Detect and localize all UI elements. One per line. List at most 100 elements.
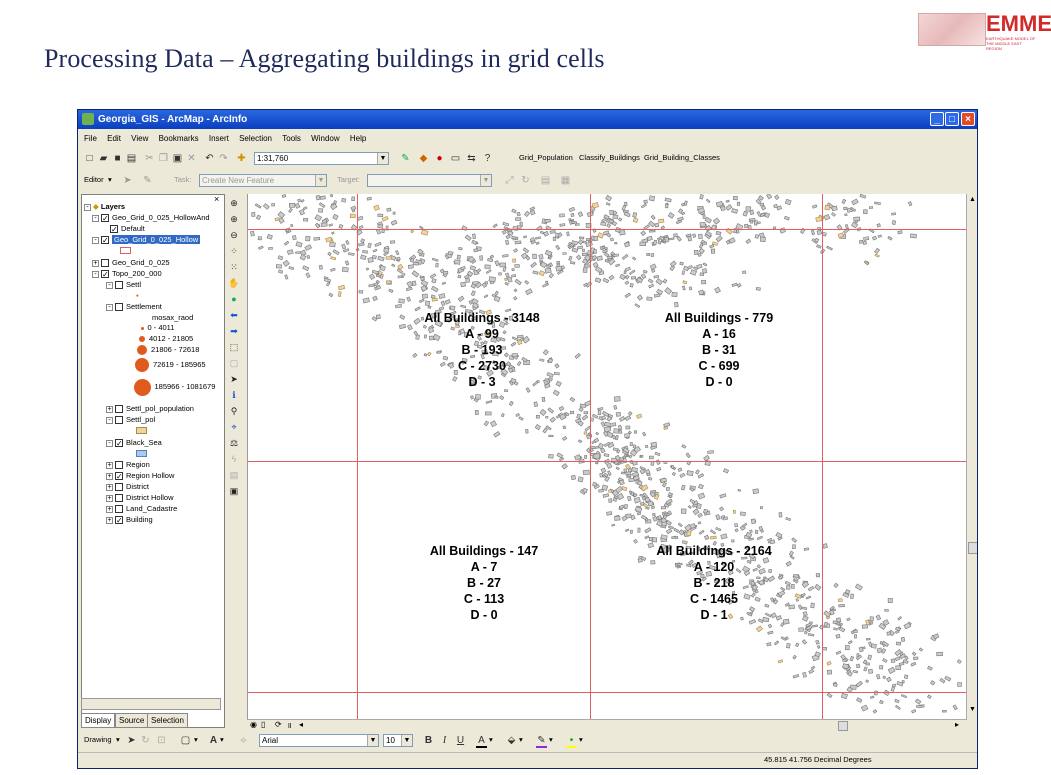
layer-checkbox[interactable]: ✓ (101, 270, 109, 279)
rotate-tool-icon[interactable]: ↻ (520, 175, 531, 186)
chevron-down-icon[interactable]: ▾ (519, 735, 523, 744)
delete-icon[interactable]: ✕ (186, 153, 197, 164)
expand-icon[interactable]: + (106, 516, 113, 524)
scroll-right-icon[interactable]: ▸ (955, 720, 959, 729)
scroll-thumb[interactable] (838, 721, 848, 731)
toc-layer[interactable]: + ✓ Region Hollow (106, 470, 174, 481)
layout-view-icon[interactable]: ▯ (261, 720, 265, 729)
layer-checkbox[interactable] (115, 494, 123, 503)
fixed-zoom-out-icon[interactable]: ⁙ (228, 261, 240, 273)
layer-checkbox[interactable] (115, 505, 123, 514)
collapse-icon[interactable]: - (106, 416, 113, 424)
split-tool-icon[interactable]: ⤢ (504, 175, 515, 186)
expand-icon[interactable]: + (106, 472, 113, 480)
layer-checkbox[interactable]: ✓ (101, 214, 109, 223)
layer-checkbox[interactable]: ✓ (101, 236, 109, 245)
layer-checkbox[interactable]: ✓ (115, 439, 123, 448)
font-combo[interactable]: Arial ▼ (259, 734, 379, 747)
toc-layer[interactable]: - ✓ Geo_Grid_0_025_HollowAnd (92, 212, 210, 223)
collapse-icon[interactable]: - (92, 270, 99, 278)
layer-checkbox[interactable] (101, 259, 109, 268)
new-text-icon[interactable]: A (208, 735, 219, 746)
rectangle-icon[interactable]: ▢ (180, 735, 191, 746)
print-icon[interactable]: ▤ (126, 153, 137, 164)
attributes-icon[interactable]: ▤ (540, 175, 551, 186)
select-elements-icon[interactable]: ➤ (126, 735, 137, 746)
go-to-xy-icon[interactable]: ⌖ (228, 421, 240, 433)
select-elements-icon[interactable]: ➤ (228, 373, 240, 385)
menu-selection[interactable]: Selection (239, 134, 272, 143)
save-icon[interactable]: ■ (112, 153, 123, 164)
collapse-icon[interactable]: - (106, 281, 113, 289)
whats-this-icon[interactable]: ? (482, 153, 493, 164)
chevron-down-icon[interactable]: ▾ (549, 735, 553, 744)
chevron-down-icon[interactable]: ▼ (377, 153, 388, 164)
maximize-button[interactable]: □ (945, 112, 959, 126)
chevron-down-icon[interactable]: ▼ (315, 175, 326, 186)
layer-checkbox[interactable]: ✓ (115, 516, 123, 525)
toc-layer[interactable]: - Settl (106, 279, 141, 290)
layer-checkbox[interactable]: ✓ (115, 472, 123, 481)
task-combo[interactable]: Create New Feature ▼ (199, 174, 327, 187)
html-popup-icon[interactable]: ▤ (228, 469, 240, 481)
collapse-icon[interactable]: - (106, 303, 113, 311)
layer-checkbox[interactable] (115, 483, 123, 492)
map-vertical-scrollbar[interactable]: ▲ ▼ (966, 194, 977, 720)
target-combo[interactable]: ▼ (367, 174, 492, 187)
chevron-down-icon[interactable]: ▾ (108, 175, 112, 184)
chevron-down-icon[interactable]: ▾ (220, 735, 224, 744)
menu-tools[interactable]: Tools (282, 134, 301, 143)
expand-icon[interactable]: + (106, 494, 113, 502)
measure-icon[interactable]: ⚖ (228, 437, 240, 449)
layer-checkbox[interactable] (115, 405, 123, 414)
chevron-down-icon[interactable]: ▾ (489, 735, 493, 744)
new-doc-icon[interactable]: □ (84, 153, 95, 164)
toc-layer[interactable]: + Geo_Grid_0_025 (92, 257, 170, 268)
data-view-icon[interactable]: ◉ (250, 720, 257, 729)
expand-icon[interactable]: + (106, 505, 113, 513)
toc-layer[interactable]: + Land_Cadastre (106, 503, 177, 514)
menu-bookmarks[interactable]: Bookmarks (159, 134, 199, 143)
menu-help[interactable]: Help (350, 134, 366, 143)
close-icon[interactable]: × (214, 194, 219, 204)
bold-button[interactable]: B (423, 735, 434, 746)
font-color-icon[interactable]: A (476, 735, 487, 748)
toc-layer[interactable]: + Region (106, 459, 150, 470)
zoom-out-icon[interactable]: ⊖ (228, 229, 240, 241)
fill-color-icon[interactable]: ⬙ (506, 735, 517, 746)
toc-root[interactable]: - ◆ Layers (84, 201, 125, 212)
menu-edit[interactable]: Edit (107, 134, 121, 143)
fixed-zoom-in-icon[interactable]: ⁘ (228, 245, 240, 257)
expand-icon[interactable]: + (92, 259, 99, 267)
editor-menu[interactable]: Editor (84, 175, 104, 184)
layer-checkbox[interactable]: ✓ (110, 225, 118, 234)
toc-layer[interactable]: + District Hollow (106, 492, 174, 503)
chevron-down-icon[interactable]: ▼ (367, 735, 378, 746)
paste-icon[interactable]: ▣ (172, 153, 183, 164)
tool-grid-population[interactable]: Grid_Population (519, 153, 573, 162)
sketch-tool-icon[interactable]: ✎ (142, 175, 153, 186)
rotate-icon[interactable]: ↻ (140, 735, 151, 746)
open-icon[interactable]: ▰ (98, 153, 109, 164)
italic-button[interactable]: I (439, 735, 450, 746)
marker-color-icon[interactable]: • (566, 735, 577, 748)
toc-layer[interactable]: ✓ Default (110, 223, 145, 234)
chevron-down-icon[interactable]: ▼ (401, 735, 412, 746)
scale-combo[interactable]: 1:31,760 ▼ (254, 152, 389, 165)
tab-selection[interactable]: Selection (147, 713, 188, 728)
edit-vertices-icon[interactable]: ⟡ (238, 735, 249, 746)
close-button[interactable]: × (961, 112, 975, 126)
toc-layer[interactable]: - ✓ Geo_Grid_0_025_Hollow (92, 234, 201, 245)
time-slider-icon[interactable]: ▣ (228, 485, 240, 497)
font-size-combo[interactable]: 10 ▼ (383, 734, 413, 747)
menu-window[interactable]: Window (311, 134, 339, 143)
tool-grid-building-classes[interactable]: Grid_Building_Classes (644, 153, 720, 162)
chevron-down-icon[interactable]: ▼ (480, 175, 491, 186)
menu-view[interactable]: View (131, 134, 148, 143)
expand-icon[interactable]: + (106, 461, 113, 469)
scroll-up-icon[interactable]: ▲ (969, 196, 976, 203)
full-extent-icon[interactable]: ● (228, 293, 240, 305)
expand-icon[interactable]: + (106, 405, 113, 413)
pan-icon[interactable]: ✋ (228, 277, 240, 289)
identify-icon[interactable]: ℹ (228, 389, 240, 401)
